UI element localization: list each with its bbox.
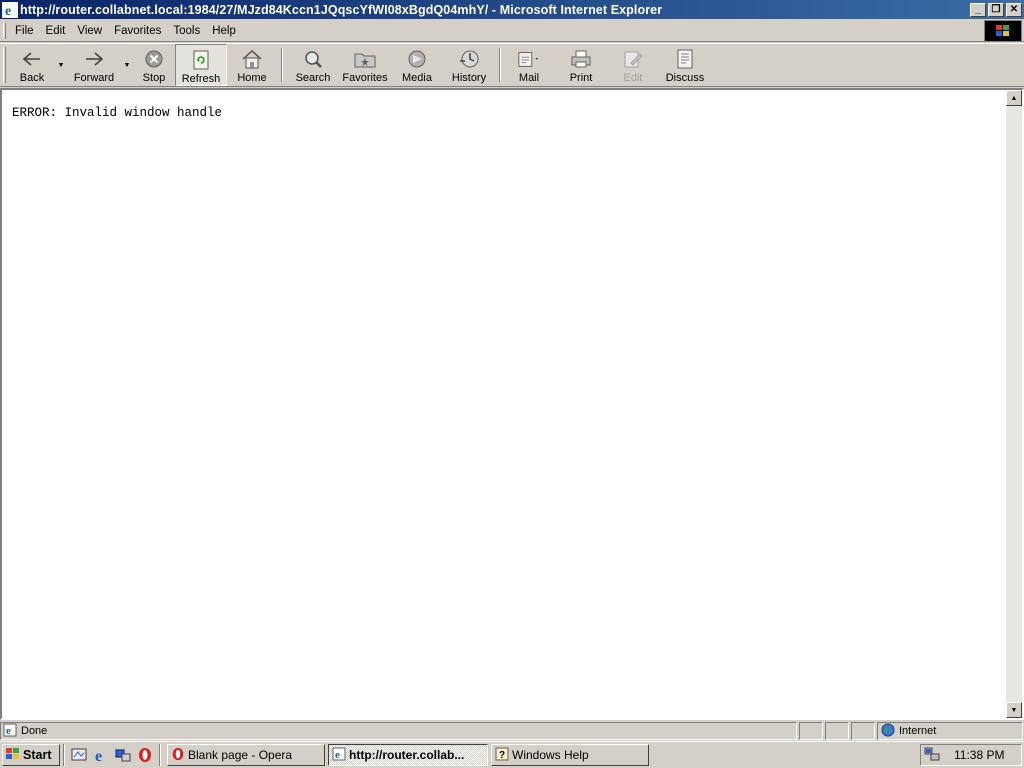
task-opera[interactable]: Blank page - Opera: [167, 744, 325, 766]
svg-text:?: ?: [499, 750, 505, 761]
globe-icon: [881, 723, 895, 740]
back-dropdown-icon[interactable]: ▼: [55, 44, 67, 86]
network-tray-icon[interactable]: [924, 746, 940, 765]
system-tray: 11:38 PM: [920, 744, 1022, 766]
menu-grip[interactable]: [3, 22, 6, 39]
back-button[interactable]: Back: [9, 44, 55, 86]
search-icon: [301, 48, 325, 70]
menu-help[interactable]: Help: [206, 22, 242, 40]
network-icon[interactable]: [112, 744, 134, 766]
history-button[interactable]: History: [443, 44, 495, 86]
internet-explorer-icon[interactable]: e: [90, 744, 112, 766]
mail-button[interactable]: Mail: [505, 44, 553, 86]
taskbar-separator: [159, 744, 161, 766]
menu-view[interactable]: View: [71, 22, 108, 40]
home-icon: [240, 48, 264, 70]
back-arrow-icon: [20, 48, 44, 70]
browser-viewport: ERROR: Invalid window handle ▲ ▼: [0, 88, 1024, 720]
forward-dropdown-icon[interactable]: ▼: [121, 44, 133, 86]
ie-page-icon: e: [332, 747, 346, 764]
windows-flag-icon: [5, 747, 21, 764]
history-icon: [457, 48, 481, 70]
status-progress-pane: [799, 722, 823, 740]
svg-text:e: e: [5, 4, 11, 18]
edit-page-icon: [621, 48, 645, 70]
page-done-icon: e: [3, 723, 17, 740]
task-internet-explorer[interactable]: e http://router.collab...: [328, 744, 488, 766]
opera-icon[interactable]: [134, 744, 156, 766]
printer-icon: [569, 48, 593, 70]
refresh-button[interactable]: Refresh: [175, 44, 227, 86]
stop-button[interactable]: Stop: [133, 44, 175, 86]
discuss-button[interactable]: Discuss: [657, 44, 713, 86]
media-icon: [405, 48, 429, 70]
ie-icon[interactable]: e: [2, 1, 18, 18]
start-label: Start: [23, 748, 52, 762]
menu-file[interactable]: File: [9, 22, 40, 40]
status-bar: e Done Internet: [0, 721, 1024, 741]
toolbar-separator: [281, 48, 283, 82]
svg-text:e: e: [6, 725, 11, 737]
quick-launch: e: [68, 744, 156, 766]
status-security-pane: [825, 722, 849, 740]
error-message: ERROR: Invalid window handle: [12, 106, 223, 120]
discuss-icon: [673, 48, 697, 70]
toolbar-grip[interactable]: [3, 47, 6, 83]
svg-text:e: e: [335, 749, 340, 761]
menu-tools[interactable]: Tools: [167, 22, 206, 40]
home-button[interactable]: Home: [227, 44, 277, 86]
clock[interactable]: 11:38 PM: [954, 748, 1004, 762]
restore-button[interactable]: ❐: [988, 2, 1004, 17]
status-offline-pane: [851, 722, 875, 740]
status-text: Done: [21, 725, 48, 737]
search-button[interactable]: Search: [287, 44, 339, 86]
edit-button[interactable]: Edit: [609, 44, 657, 86]
mail-icon: [517, 48, 541, 70]
menu-edit[interactable]: Edit: [40, 22, 72, 40]
print-button[interactable]: Print: [553, 44, 609, 86]
stop-icon: [142, 48, 166, 70]
minimize-button[interactable]: _: [970, 2, 986, 17]
security-zone-pane[interactable]: Internet: [877, 722, 1023, 740]
opera-icon: [171, 747, 185, 764]
scroll-down-button[interactable]: ▼: [1006, 702, 1022, 718]
forward-arrow-icon: [82, 48, 106, 70]
vertical-scrollbar[interactable]: ▲ ▼: [1006, 90, 1022, 718]
refresh-icon: [189, 49, 213, 71]
task-windows-help[interactable]: ? Windows Help: [491, 744, 649, 766]
help-icon: ?: [495, 747, 509, 764]
scroll-up-button[interactable]: ▲: [1006, 90, 1022, 106]
show-desktop-icon[interactable]: [68, 744, 90, 766]
media-button[interactable]: Media: [391, 44, 443, 86]
taskbar-separator: [63, 744, 65, 766]
page-content: ERROR: Invalid window handle: [2, 90, 1006, 718]
taskbar: Start e Blank page - Opera e http://rout…: [0, 741, 1024, 768]
zone-label: Internet: [899, 725, 937, 737]
favorites-folder-icon: [353, 48, 377, 70]
start-button[interactable]: Start: [2, 744, 60, 766]
title-bar[interactable]: e http://router.collabnet.local:1984/27/…: [0, 0, 1024, 19]
windows-logo-icon: [984, 20, 1022, 42]
standard-toolbar: Back ▼ Forward ▼ Stop Refresh Home Searc…: [0, 43, 1024, 87]
toolbar-separator: [499, 48, 501, 82]
status-pane: e Done: [0, 722, 797, 740]
menu-favorites[interactable]: Favorites: [108, 22, 167, 40]
forward-button[interactable]: Forward: [67, 44, 121, 86]
window-title: http://router.collabnet.local:1984/27/MJ…: [20, 2, 663, 17]
favorites-button[interactable]: Favorites: [339, 44, 391, 86]
svg-text:e: e: [95, 748, 102, 763]
close-button[interactable]: ✕: [1006, 2, 1022, 17]
menu-bar: File Edit View Favorites Tools Help: [0, 20, 1024, 42]
